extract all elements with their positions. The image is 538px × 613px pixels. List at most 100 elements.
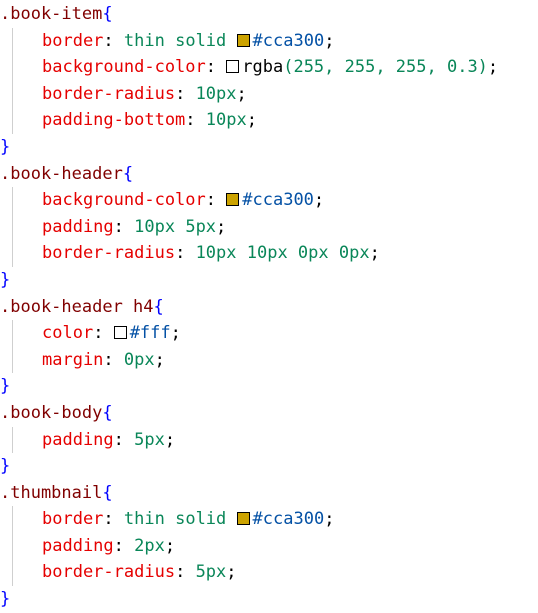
indent-guide: [12, 107, 13, 134]
code-line[interactable]: border-radius: 5px;: [0, 559, 538, 587]
indent-guide: [12, 320, 13, 347]
color-swatch-icon[interactable]: [113, 326, 127, 340]
code-line[interactable]: margin: 0px;: [0, 346, 538, 374]
code-line[interactable]: border-radius: 10px;: [0, 80, 538, 108]
colon: :: [205, 57, 217, 78]
css-property: border-radius: [42, 83, 176, 104]
css-value: thin solid: [123, 30, 227, 51]
colon: :: [103, 509, 114, 530]
colon: :: [113, 216, 124, 237]
code-line[interactable]: border: thin solid #cca300;: [0, 27, 538, 55]
semicolon: ;: [246, 110, 257, 131]
indent-guide: [12, 506, 13, 533]
css-property: border-radius: [42, 243, 176, 264]
colon: :: [175, 83, 186, 104]
color-swatch-icon[interactable]: [226, 193, 240, 207]
css-hex-value: #fff: [129, 323, 171, 344]
code-line[interactable]: }: [0, 134, 538, 161]
css-value: 10px 5px: [134, 216, 217, 237]
colon: :: [103, 349, 114, 370]
css-selector: .book-item: [0, 4, 103, 24]
css-selector: .book-header: [0, 163, 123, 184]
colon: :: [185, 110, 196, 131]
semicolon: ;: [313, 190, 325, 211]
code-line[interactable]: .thumbnail{: [0, 480, 538, 507]
close-brace: }: [0, 456, 11, 477]
code-line[interactable]: }: [0, 453, 538, 480]
code-line[interactable]: padding: 5px;: [0, 426, 538, 454]
css-property: padding: [42, 216, 114, 237]
code-editor[interactable]: .book-item{ border: thin solid #cca300; …: [0, 0, 538, 612]
semicolon: ;: [487, 57, 499, 78]
indent-guide: [12, 54, 13, 81]
colon: :: [205, 190, 217, 211]
indent-guide: [12, 426, 13, 454]
colon: :: [113, 535, 124, 556]
indent-guide: [12, 187, 13, 214]
indent-guide: [12, 346, 13, 374]
css-property: color: [42, 323, 94, 344]
semicolon: ;: [226, 562, 237, 583]
indent-guide: [12, 559, 13, 587]
color-swatch-icon[interactable]: [236, 33, 250, 47]
css-hex-value: #cca300: [252, 509, 325, 530]
open-brace: {: [102, 402, 113, 423]
colon: :: [175, 243, 186, 264]
css-value: 10px 10px 0px 0px: [195, 243, 370, 264]
open-brace: {: [122, 163, 134, 184]
semicolon: ;: [154, 349, 165, 370]
close-brace: }: [0, 589, 11, 610]
css-property: padding-bottom: [42, 110, 186, 131]
css-property: background-color: [42, 190, 206, 211]
code-line[interactable]: border: thin solid #cca300;: [0, 506, 538, 533]
code-line[interactable]: }: [0, 267, 538, 294]
css-function-args: (255, 255, 255, 0.3): [283, 57, 488, 78]
css-property: border: [42, 30, 104, 51]
css-property: padding: [42, 429, 114, 450]
code-line[interactable]: padding-bottom: 10px;: [0, 107, 538, 134]
code-line[interactable]: .book-header{: [0, 161, 538, 188]
close-brace: }: [0, 269, 11, 290]
semicolon: ;: [324, 30, 335, 51]
css-property: border-radius: [42, 562, 176, 583]
color-swatch-icon[interactable]: [226, 60, 240, 74]
code-line[interactable]: background-color: #cca300;: [0, 187, 538, 214]
code-line[interactable]: .book-body{: [0, 400, 538, 427]
css-value: 0px: [123, 349, 155, 370]
css-property: background-color: [42, 57, 206, 78]
code-line[interactable]: padding: 2px;: [0, 532, 538, 560]
code-line[interactable]: background-color: rgba(255, 255, 255, 0.…: [0, 54, 538, 81]
indent-guide: [12, 240, 13, 267]
code-line[interactable]: }: [0, 373, 538, 400]
semicolon: ;: [369, 243, 380, 264]
css-value: 5px: [195, 562, 227, 583]
css-property: margin: [42, 349, 104, 370]
colon: :: [93, 323, 104, 344]
semicolon: ;: [164, 429, 176, 450]
colon: :: [103, 30, 114, 51]
code-line[interactable]: padding: 10px 5px;: [0, 213, 538, 241]
code-line[interactable]: color: #fff;: [0, 320, 538, 347]
css-value: 10px: [205, 110, 247, 131]
semicolon: ;: [216, 216, 227, 237]
indent-guide: [12, 27, 13, 55]
color-swatch-icon[interactable]: [236, 512, 250, 526]
css-value: thin solid: [123, 509, 227, 530]
open-brace: {: [102, 4, 113, 24]
code-line[interactable]: }: [0, 586, 538, 613]
css-selector: .thumbnail: [0, 482, 103, 503]
semicolon: ;: [170, 323, 181, 344]
colon: :: [113, 429, 124, 450]
close-brace: }: [0, 136, 11, 157]
css-selector: .book-header h4: [0, 296, 154, 317]
semicolon: ;: [164, 535, 176, 556]
code-line[interactable]: border-radius: 10px 10px 0px 0px;: [0, 240, 538, 267]
open-brace: {: [102, 482, 113, 503]
code-line[interactable]: .book-header h4{: [0, 294, 538, 321]
css-value: 10px: [195, 83, 237, 104]
css-hex-value: #cca300: [252, 30, 325, 51]
css-hex-value: #cca300: [242, 190, 314, 211]
css-selector: .book-body: [0, 402, 103, 423]
code-line[interactable]: .book-item{: [0, 1, 538, 28]
indent-guide: [12, 80, 13, 108]
